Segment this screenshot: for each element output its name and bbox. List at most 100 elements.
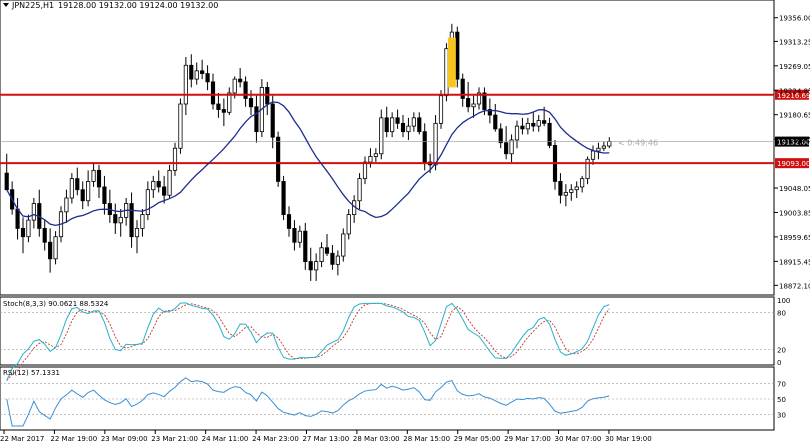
candle-body[interactable] [444,48,449,97]
candle-body[interactable] [438,95,444,124]
candle-body[interactable] [400,122,406,133]
candle-body[interactable] [314,261,319,271]
candle-body[interactable] [357,178,362,202]
candle-body[interactable] [303,230,308,262]
candle-body[interactable] [574,186,579,191]
candle-body[interactable] [525,122,530,130]
candle-body[interactable] [145,189,150,215]
candle-body[interactable] [297,230,302,243]
candle-body[interactable] [590,150,596,160]
candle-body[interactable] [69,178,74,199]
candle-body[interactable] [335,255,340,265]
candle-body[interactable] [471,103,476,108]
candle-body[interactable] [362,161,368,180]
candle-body[interactable] [151,181,156,191]
candle-body[interactable] [183,64,188,105]
rsi-label: RSI(12) 57.1331 [3,369,60,377]
candle-body[interactable] [373,153,378,157]
candle-body[interactable] [580,178,585,188]
candle-body[interactable] [216,103,221,110]
candle-body[interactable] [4,172,9,191]
candle-body[interactable] [156,181,161,188]
candle-body[interactable] [319,247,324,262]
candle-body[interactable] [113,214,118,224]
candle-body[interactable] [194,70,199,80]
candle-body[interactable] [406,125,411,133]
candle-body[interactable] [232,78,237,94]
candle-body[interactable] [341,233,346,257]
candle-body[interactable] [395,117,400,124]
candle-body[interactable] [254,106,259,133]
candle-body[interactable] [390,117,395,133]
candle-body[interactable] [102,186,107,204]
candle-body[interactable] [417,117,422,133]
candle-body[interactable] [162,186,167,196]
candle-body[interactable] [189,64,194,80]
candle-body[interactable] [210,81,216,105]
candle-body[interactable] [238,78,243,83]
candle-body[interactable] [455,31,460,80]
candle-body[interactable] [129,203,134,238]
candle-body[interactable] [53,236,58,260]
candle-body[interactable] [601,145,606,149]
candle-body[interactable] [48,241,53,260]
candle-body[interactable] [498,128,503,144]
candle-body[interactable] [167,169,172,196]
candle-body[interactable] [80,189,85,202]
candle-body[interactable] [422,131,427,163]
candle-body[interactable] [330,252,335,265]
chart-window[interactable]: JPN225,H1 19128.00 19132.00 19124.00 191… [0,0,810,444]
rsi-pane[interactable] [0,366,775,431]
candle-body[interactable] [466,98,471,108]
candle-body[interactable] [536,120,541,127]
time-tick-label: 28 Mar 15:00 [403,435,450,443]
candle-body[interactable] [248,98,254,108]
candle-body[interactable] [200,70,205,74]
candle-body[interactable] [324,247,330,254]
candle-body[interactable] [308,261,313,271]
candle-body[interactable] [118,216,123,224]
candle-body[interactable] [205,73,210,83]
candle-body[interactable] [607,141,612,147]
candle-body[interactable] [91,169,96,182]
candle-body[interactable] [64,197,69,213]
candle-body[interactable] [20,228,26,238]
stoch-pane[interactable] [0,296,775,366]
candle-body[interactable] [346,214,351,235]
candle-body[interactable] [134,228,140,238]
candle-body[interactable] [569,189,574,193]
candle-body[interactable] [96,169,102,188]
candle-body[interactable] [292,228,297,243]
candle-body[interactable] [281,181,286,215]
candle-body[interactable] [42,228,47,243]
candle-body[interactable] [86,181,91,202]
candle-body[interactable] [531,122,536,127]
candle-body[interactable] [514,125,520,141]
candle-body[interactable] [243,81,248,99]
candle-body[interactable] [433,122,438,166]
candle-body[interactable] [140,214,145,229]
candle-body[interactable] [547,122,552,146]
candle-body[interactable] [379,117,384,155]
candle-body[interactable] [26,219,31,238]
candle-body[interactable] [286,214,292,229]
candle-body[interactable] [558,181,563,196]
candle-body[interactable] [15,208,20,229]
candle-body[interactable] [276,136,281,182]
candle-body[interactable] [411,117,416,127]
candle-body[interactable] [504,142,509,155]
candle-body[interactable] [493,114,498,130]
candle-body[interactable] [520,125,525,130]
candle-body[interactable] [227,92,232,113]
candle-body[interactable] [75,178,80,191]
candle-body[interactable] [270,103,275,138]
candle-body[interactable] [384,117,389,133]
candle-body[interactable] [563,192,568,196]
candle-body[interactable] [221,109,226,113]
candle-body[interactable] [509,139,514,155]
candle-body[interactable] [368,156,373,163]
candle-body[interactable] [542,120,547,124]
candle-body[interactable] [31,203,36,221]
candle-body[interactable] [172,147,178,171]
candle-body[interactable] [596,147,601,152]
